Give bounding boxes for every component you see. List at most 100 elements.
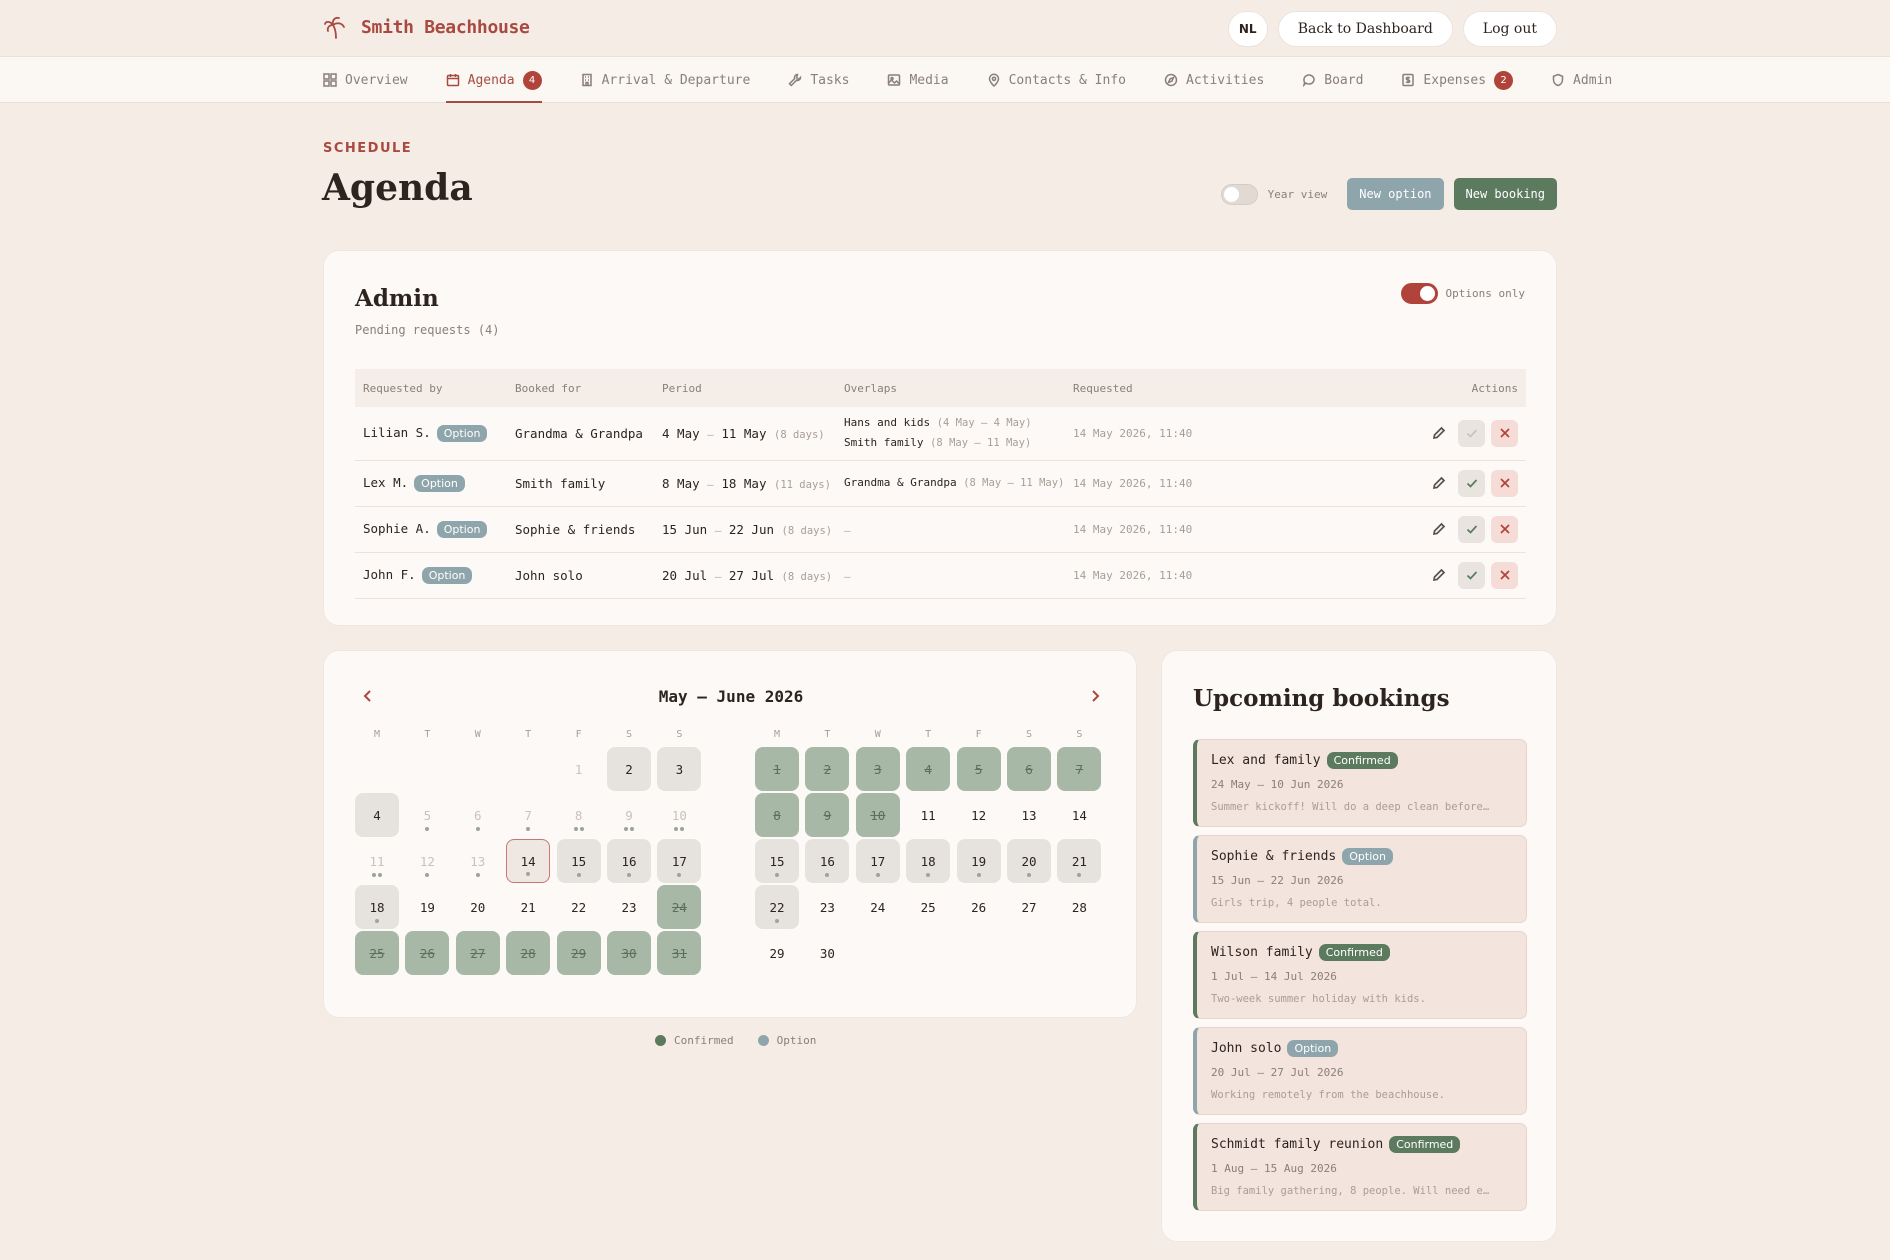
calendar-day[interactable]: 25 (906, 885, 950, 929)
calendar-day[interactable]: 22 (557, 885, 601, 929)
tab-tasks[interactable]: Tasks (788, 57, 849, 103)
booking-dots (775, 873, 779, 877)
tab-media[interactable]: Media (887, 57, 949, 103)
tab-admin[interactable]: Admin (1551, 57, 1612, 103)
calendar-day[interactable]: 16 (607, 839, 651, 883)
calendar-day[interactable]: 20 (456, 885, 500, 929)
calendar-day[interactable]: 9 (805, 793, 850, 837)
calendar-day[interactable]: 21 (506, 885, 550, 929)
reject-button[interactable] (1491, 419, 1518, 447)
shield-icon (1552, 73, 1564, 87)
calendar-day[interactable]: 17 (657, 839, 702, 883)
calendar-day[interactable]: 5 (956, 747, 1001, 791)
booked-for: Smith family (507, 460, 654, 507)
calendar-day[interactable]: 23 (805, 885, 849, 929)
calendar-day[interactable]: 26 (405, 931, 450, 975)
calendar-day[interactable]: 4 (906, 747, 951, 791)
calendar-day[interactable]: 5 (405, 793, 449, 837)
calendar-day[interactable]: 12 (957, 793, 1001, 837)
calendar-day[interactable]: 2 (607, 747, 651, 791)
calendar-day[interactable]: 2 (805, 747, 850, 791)
calendar-day[interactable]: 9 (607, 793, 651, 837)
calendar-day[interactable]: 16 (805, 839, 850, 883)
reject-button[interactable] (1491, 515, 1518, 543)
back-to-dashboard-button[interactable]: Back to Dashboard (1277, 11, 1453, 47)
tab-contacts-info[interactable]: Contacts & Info (987, 57, 1126, 103)
logout-button[interactable]: Log out (1462, 11, 1557, 47)
reject-button[interactable] (1491, 469, 1518, 497)
calendar-day[interactable]: 13 (456, 839, 500, 883)
language-button[interactable]: NL (1227, 11, 1268, 47)
calendar-day[interactable]: 24 (856, 885, 900, 929)
calendar-day[interactable]: 4 (355, 793, 399, 837)
calendar-day[interactable]: 30 (607, 931, 651, 975)
tab-board[interactable]: Board (1302, 57, 1363, 103)
upcoming-booking-item[interactable]: Sophie & friends Option 15 Jun — 22 Jun 20… (1193, 835, 1527, 923)
calendar-day[interactable]: 10 (855, 793, 900, 837)
approve-button[interactable] (1458, 561, 1485, 589)
edit-button[interactable] (1425, 562, 1452, 589)
calendar-day[interactable]: 6 (1007, 747, 1051, 791)
calendar-day[interactable]: 14 (1057, 793, 1101, 837)
calendar-day[interactable]: 3 (657, 747, 702, 791)
calendar-day[interactable]: 10 (657, 793, 701, 837)
approve-button[interactable] (1458, 469, 1485, 497)
reject-button[interactable] (1491, 561, 1518, 589)
calendar-day[interactable]: 19 (956, 839, 1001, 883)
next-month-button[interactable] (1087, 688, 1103, 704)
calendar-day[interactable]: 24 (657, 885, 702, 929)
calendar-day[interactable]: 25 (355, 931, 399, 975)
calendar-day[interactable]: 1 (557, 747, 601, 791)
tab-overview[interactable]: Overview (323, 57, 408, 103)
calendar-day[interactable]: 12 (405, 839, 449, 883)
brand[interactable]: Smith Beachhouse (323, 14, 530, 40)
calendar-day[interactable]: 11 (355, 839, 399, 883)
upcoming-booking-item[interactable]: John solo Option 20 Jul — 27 Jul 2026 Worki… (1193, 1027, 1527, 1115)
calendar-day[interactable]: 11 (906, 793, 950, 837)
calendar-day[interactable]: 22 (755, 885, 799, 929)
calendar-day[interactable]: 23 (607, 885, 651, 929)
calendar-day[interactable]: 28 (506, 931, 551, 975)
calendar-day[interactable]: 17 (855, 839, 900, 883)
calendar-day[interactable]: 21 (1057, 839, 1102, 883)
calendar-day[interactable]: 8 (755, 793, 799, 837)
calendar-day[interactable]: 19 (405, 885, 449, 929)
calendar-day[interactable]: 27 (1007, 885, 1051, 929)
calendar-day[interactable]: 20 (1007, 839, 1051, 883)
tab-arrival-departure[interactable]: Arrival & Departure (580, 57, 750, 103)
calendar-day[interactable]: 26 (957, 885, 1001, 929)
calendar-day[interactable]: 13 (1007, 793, 1051, 837)
calendar-day[interactable]: 29 (556, 931, 601, 975)
calendar-day[interactable]: 15 (556, 839, 601, 883)
year-view-toggle[interactable] (1220, 183, 1258, 205)
upcoming-booking-item[interactable]: Wilson family Confirmed 1 Jul — 14 Jul 202… (1193, 931, 1527, 1019)
calendar-day[interactable]: 8 (557, 793, 601, 837)
edit-button[interactable] (1425, 516, 1452, 543)
approve-button[interactable] (1458, 515, 1485, 543)
calendar-day[interactable]: 31 (657, 931, 702, 975)
new-booking-button[interactable]: New booking (1453, 178, 1557, 210)
calendar-day[interactable]: 18 (355, 885, 399, 929)
options-only-toggle[interactable] (1400, 283, 1438, 304)
upcoming-booking-item[interactable]: Schmidt family reunion Confirmed 1 Aug — 1… (1193, 1123, 1527, 1211)
calendar-day[interactable]: 29 (755, 931, 799, 975)
calendar-day[interactable]: 6 (456, 793, 500, 837)
new-option-button[interactable]: New option (1347, 178, 1444, 210)
calendar-day[interactable]: 30 (805, 931, 849, 975)
calendar-day[interactable]: 3 (855, 747, 900, 791)
calendar-day[interactable]: 7 (506, 793, 550, 837)
upcoming-booking-item[interactable]: Lex and family Confirmed 24 May — 10 Jun 2… (1193, 739, 1527, 827)
tab-agenda[interactable]: Agenda 4 (445, 57, 542, 103)
calendar-day[interactable]: 14 (506, 839, 551, 883)
calendar-day[interactable]: 15 (755, 839, 799, 883)
calendar-day[interactable]: 27 (455, 931, 500, 975)
calendar-day[interactable]: 1 (755, 747, 799, 791)
calendar-day[interactable]: 7 (1057, 747, 1102, 791)
edit-button[interactable] (1425, 420, 1452, 447)
tab-activities[interactable]: Activities (1164, 57, 1264, 103)
calendar-day[interactable]: 18 (906, 839, 951, 883)
approve-button[interactable] (1458, 419, 1485, 447)
calendar-day[interactable]: 28 (1057, 885, 1101, 929)
edit-button[interactable] (1425, 470, 1452, 497)
tab-expenses[interactable]: Expenses 2 (1401, 57, 1514, 103)
